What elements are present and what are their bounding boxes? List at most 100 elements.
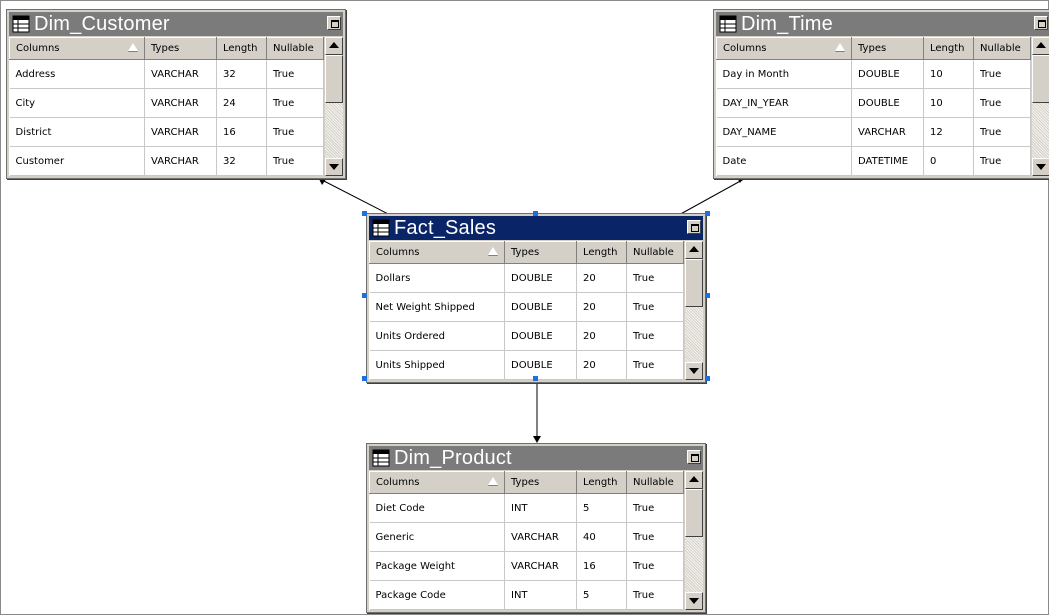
- table-dim-time[interactable]: Dim_Time Columns Types Length Nullable D…: [713, 9, 1049, 179]
- column-header-columns[interactable]: Columns: [369, 241, 505, 264]
- table-row[interactable]: Units Ordered DOUBLE 20 True: [369, 321, 684, 351]
- table-row[interactable]: Date DATETIME 0 True: [716, 146, 1031, 176]
- cell-nullable: True: [973, 88, 1031, 118]
- table-dim-customer[interactable]: Dim_Customer Columns Types Length Nullab…: [6, 9, 346, 179]
- table-row[interactable]: Diet Code INT 5 True: [369, 493, 684, 523]
- column-header-types[interactable]: Types: [851, 37, 924, 60]
- cell-length: 12: [923, 117, 974, 147]
- resize-handle-w[interactable]: [362, 293, 367, 298]
- table-row[interactable]: DAY_IN_YEAR DOUBLE 10 True: [716, 88, 1031, 118]
- table-icon: [372, 449, 390, 467]
- table-row[interactable]: District VARCHAR 16 True: [9, 117, 324, 147]
- cell-nullable: True: [626, 580, 684, 610]
- cell-length: 20: [576, 350, 627, 380]
- scroll-down-arrow-icon[interactable]: [685, 362, 703, 380]
- cell-type: INT: [504, 580, 577, 610]
- scroll-down-arrow-icon[interactable]: [325, 158, 343, 176]
- cell-column-name: Day in Month: [716, 59, 852, 89]
- restore-window-icon[interactable]: [687, 220, 701, 234]
- cell-nullable: True: [973, 146, 1031, 176]
- column-header-types[interactable]: Types: [144, 37, 217, 60]
- sort-ascending-icon: [835, 43, 845, 51]
- resize-handle-e[interactable]: [705, 293, 710, 298]
- vertical-scrollbar[interactable]: [1032, 37, 1049, 176]
- columns-grid: Columns Types Length Nullable Day in Mon…: [716, 37, 1031, 176]
- cell-nullable: True: [266, 88, 324, 118]
- sort-ascending-icon: [488, 477, 498, 485]
- cell-nullable: True: [626, 551, 684, 581]
- table-title-bar[interactable]: Dim_Product: [369, 446, 703, 470]
- column-header-nullable[interactable]: Nullable: [626, 241, 684, 264]
- scroll-thumb[interactable]: [1032, 55, 1049, 103]
- table-row[interactable]: Address VARCHAR 32 True: [9, 59, 324, 89]
- cell-type: DOUBLE: [504, 263, 577, 293]
- table-row[interactable]: DAY_NAME VARCHAR 12 True: [716, 117, 1031, 147]
- table-fact-sales[interactable]: Fact_Sales Columns Types Length Nullable…: [366, 213, 706, 383]
- cell-length: 40: [576, 522, 627, 552]
- cell-type: VARCHAR: [504, 551, 577, 581]
- cell-column-name: Address: [9, 59, 145, 89]
- cell-length: 20: [576, 292, 627, 322]
- column-header-length[interactable]: Length: [216, 37, 267, 60]
- column-header-length[interactable]: Length: [576, 241, 627, 264]
- scroll-up-arrow-icon[interactable]: [325, 37, 343, 55]
- table-row[interactable]: Net Weight Shipped DOUBLE 20 True: [369, 292, 684, 322]
- scroll-down-arrow-icon[interactable]: [1032, 158, 1049, 176]
- scroll-up-arrow-icon[interactable]: [1032, 37, 1049, 55]
- column-header-columns[interactable]: Columns: [369, 471, 505, 494]
- resize-handle-nw[interactable]: [362, 211, 367, 216]
- column-header-nullable[interactable]: Nullable: [266, 37, 324, 60]
- cell-column-name: Customer: [9, 146, 145, 176]
- cell-type: INT: [504, 493, 577, 523]
- table-title-bar[interactable]: Fact_Sales: [369, 216, 703, 240]
- header-label: Columns: [376, 477, 420, 488]
- resize-handle-se[interactable]: [705, 376, 710, 381]
- vertical-scrollbar[interactable]: [685, 471, 703, 610]
- column-header-length[interactable]: Length: [923, 37, 974, 60]
- resize-handle-s[interactable]: [533, 376, 538, 381]
- table-dim-product[interactable]: Dim_Product Columns Types Length Nullabl…: [366, 443, 706, 613]
- scroll-up-arrow-icon[interactable]: [685, 241, 703, 259]
- table-row[interactable]: Units Shipped DOUBLE 20 True: [369, 350, 684, 380]
- table-title-bar[interactable]: Dim_Time: [716, 12, 1049, 36]
- table-title: Dim_Time: [741, 13, 833, 35]
- scroll-down-arrow-icon[interactable]: [685, 592, 703, 610]
- scroll-thumb[interactable]: [685, 489, 703, 537]
- column-header-length[interactable]: Length: [576, 471, 627, 494]
- table-row[interactable]: Dollars DOUBLE 20 True: [369, 263, 684, 293]
- cell-column-name: Generic: [369, 522, 505, 552]
- table-row[interactable]: Day in Month DOUBLE 10 True: [716, 59, 1031, 89]
- cell-nullable: True: [973, 59, 1031, 89]
- scroll-up-arrow-icon[interactable]: [685, 471, 703, 489]
- table-row[interactable]: Customer VARCHAR 32 True: [9, 146, 324, 176]
- resize-handle-ne[interactable]: [705, 211, 710, 216]
- restore-window-icon[interactable]: [687, 450, 701, 464]
- table-row[interactable]: Package Weight VARCHAR 16 True: [369, 551, 684, 581]
- table-row[interactable]: Package Code INT 5 True: [369, 580, 684, 610]
- table-title-bar[interactable]: Dim_Customer: [9, 12, 343, 36]
- cell-nullable: True: [626, 493, 684, 523]
- vertical-scrollbar[interactable]: [685, 241, 703, 380]
- cell-nullable: True: [626, 292, 684, 322]
- column-header-nullable[interactable]: Nullable: [626, 471, 684, 494]
- resize-handle-sw[interactable]: [362, 376, 367, 381]
- column-header-types[interactable]: Types: [504, 241, 577, 264]
- scroll-thumb[interactable]: [325, 55, 343, 103]
- cell-type: DATETIME: [851, 146, 924, 176]
- cell-nullable: True: [626, 522, 684, 552]
- scroll-thumb[interactable]: [685, 259, 703, 307]
- cell-length: 24: [216, 88, 267, 118]
- restore-window-icon[interactable]: [1034, 16, 1048, 30]
- table-title: Fact_Sales: [394, 217, 497, 239]
- column-header-types[interactable]: Types: [504, 471, 577, 494]
- vertical-scrollbar[interactable]: [325, 37, 343, 176]
- table-row[interactable]: City VARCHAR 24 True: [9, 88, 324, 118]
- table-row[interactable]: Generic VARCHAR 40 True: [369, 522, 684, 552]
- header-label: Columns: [376, 247, 420, 258]
- column-header-columns[interactable]: Columns: [716, 37, 852, 60]
- resize-handle-n[interactable]: [533, 211, 538, 216]
- column-header-columns[interactable]: Columns: [9, 37, 145, 60]
- cell-type: DOUBLE: [851, 59, 924, 89]
- column-header-nullable[interactable]: Nullable: [973, 37, 1031, 60]
- restore-window-icon[interactable]: [327, 16, 341, 30]
